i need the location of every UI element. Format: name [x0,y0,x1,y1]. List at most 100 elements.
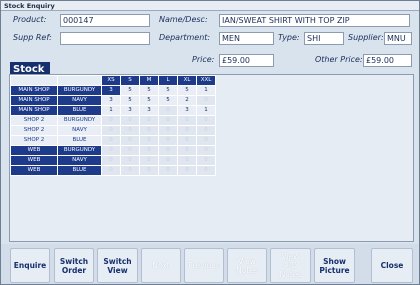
view-po-notes-button[interactable]: View P/O Notes [270,248,311,283]
qty-cell[interactable]: 0 [196,145,216,156]
location-cell[interactable]: MAIN SHOP [10,105,58,116]
location-cell[interactable]: SHOP 2 [10,115,58,126]
qty-cell[interactable]: 0 [177,135,197,146]
table-row[interactable]: MAIN SHOP BLUE 1 3 3 0 3 1 [10,105,216,116]
qty-cell[interactable]: 0 [101,145,121,156]
qty-cell[interactable]: 0 [158,135,178,146]
qty-cell[interactable]: 0 [158,145,178,156]
qty-cell[interactable]: 0 [101,115,121,126]
stock-grid-area[interactable]: XS S M L XL XXL MAIN SHOP BURGUNDY 3 5 5… [9,74,414,242]
qty-cell[interactable]: 0 [139,125,159,136]
location-cell[interactable]: MAIN SHOP [10,85,58,96]
colour-cell[interactable]: NAVY [57,155,102,166]
qty-cell[interactable]: 3 [139,105,159,116]
qty-cell[interactable]: 0 [101,125,121,136]
other-price-field[interactable]: £59.00 [363,54,412,67]
location-cell[interactable]: WEB [10,155,58,166]
colour-cell[interactable]: BURGUNDY [57,145,102,156]
qty-cell[interactable]: 0 [158,165,178,176]
qty-cell[interactable]: 0 [177,115,197,126]
department-field[interactable]: MEN [219,32,274,45]
table-row[interactable]: SHOP 2 BLUE 0 0 0 0 0 0 [10,135,216,146]
type-field[interactable]: SHI [304,32,344,45]
qty-cell[interactable]: 5 [120,95,140,106]
qty-cell[interactable]: 5 [139,85,159,96]
qty-cell[interactable]: 0 [139,135,159,146]
qty-cell[interactable]: 3 [101,85,121,96]
colour-cell[interactable]: BLUE [57,165,102,176]
qty-cell[interactable]: 5 [177,85,197,96]
previous-button[interactable]: Previous [184,248,224,283]
qty-cell[interactable]: 5 [158,95,178,106]
location-cell[interactable]: MAIN SHOP [10,95,58,106]
switch-view-button[interactable]: Switch View [97,248,138,283]
table-row[interactable]: SHOP 2 NAVY 0 0 0 0 0 0 [10,125,216,136]
colour-cell[interactable]: BLUE [57,105,102,116]
price-field[interactable]: £59.00 [219,54,274,67]
qty-cell[interactable]: 0 [101,135,121,146]
stock-grid[interactable]: XS S M L XL XXL MAIN SHOP BURGUNDY 3 5 5… [10,75,216,176]
qty-cell[interactable]: 0 [177,165,197,176]
qty-cell[interactable]: 0 [196,95,216,106]
colour-cell[interactable]: BLUE [57,135,102,146]
table-row[interactable]: WEB NAVY 0 0 0 0 0 0 [10,155,216,166]
qty-cell[interactable]: 1 [196,105,216,116]
qty-cell[interactable]: 0 [177,155,197,166]
qty-cell[interactable]: 0 [139,165,159,176]
colour-cell[interactable]: BURGUNDY [57,115,102,126]
colour-cell[interactable]: NAVY [57,125,102,136]
qty-cell[interactable]: 3 [177,105,197,116]
qty-cell[interactable]: 0 [158,105,178,116]
product-field[interactable]: 000147 [60,14,150,27]
view-notes-button[interactable]: View Notes [227,248,267,283]
colour-cell[interactable]: NAVY [57,95,102,106]
table-row[interactable]: SHOP 2 BURGUNDY 0 0 0 0 0 0 [10,115,216,126]
qty-cell[interactable]: 0 [139,145,159,156]
supplier-field[interactable]: MNU [384,32,412,45]
qty-cell[interactable]: 5 [158,85,178,96]
next-button[interactable]: Next [141,248,181,283]
qty-cell[interactable]: 1 [196,85,216,96]
qty-cell[interactable]: 0 [120,155,140,166]
location-cell[interactable]: WEB [10,145,58,156]
qty-cell[interactable]: 0 [158,115,178,126]
table-row[interactable]: WEB BURGUNDY 0 0 0 0 0 0 [10,145,216,156]
table-row[interactable]: WEB BLUE 0 0 0 0 0 0 [10,165,216,176]
name-desc-field[interactable]: IAN/SWEAT SHIRT WITH TOP ZIP [219,14,410,27]
location-cell[interactable]: WEB [10,165,58,176]
qty-cell[interactable]: 3 [120,105,140,116]
colour-cell[interactable]: BURGUNDY [57,85,102,96]
qty-cell[interactable]: 0 [120,145,140,156]
qty-cell[interactable]: 0 [196,115,216,126]
qty-cell[interactable]: 0 [196,165,216,176]
qty-cell[interactable]: 2 [177,95,197,106]
qty-cell[interactable]: 0 [101,155,121,166]
close-button[interactable]: Close [371,248,413,283]
qty-cell[interactable]: 0 [158,125,178,136]
qty-cell[interactable]: 0 [101,165,121,176]
qty-cell[interactable]: 0 [158,155,178,166]
qty-cell[interactable]: 3 [101,95,121,106]
qty-cell[interactable]: 0 [120,135,140,146]
qty-cell[interactable]: 5 [139,95,159,106]
qty-cell[interactable]: 0 [120,125,140,136]
table-row[interactable]: MAIN SHOP BURGUNDY 3 5 5 5 5 1 [10,85,216,96]
location-cell[interactable]: SHOP 2 [10,125,58,136]
qty-cell[interactable]: 5 [120,85,140,96]
qty-cell[interactable]: 0 [196,135,216,146]
qty-cell[interactable]: 0 [120,165,140,176]
qty-cell[interactable]: 0 [196,125,216,136]
qty-cell[interactable]: 0 [177,145,197,156]
supp-ref-field[interactable] [60,32,150,45]
location-cell[interactable]: SHOP 2 [10,135,58,146]
qty-cell[interactable]: 0 [139,115,159,126]
enquire-button[interactable]: Enquire [10,248,50,283]
qty-cell[interactable]: 0 [139,155,159,166]
qty-cell[interactable]: 0 [120,115,140,126]
switch-order-button[interactable]: Switch Order [54,248,94,283]
qty-cell[interactable]: 1 [101,105,121,116]
show-picture-button[interactable]: Show Picture [314,248,355,283]
qty-cell[interactable]: 0 [177,125,197,136]
table-row[interactable]: MAIN SHOP NAVY 3 5 5 5 2 0 [10,95,216,106]
qty-cell[interactable]: 0 [196,155,216,166]
